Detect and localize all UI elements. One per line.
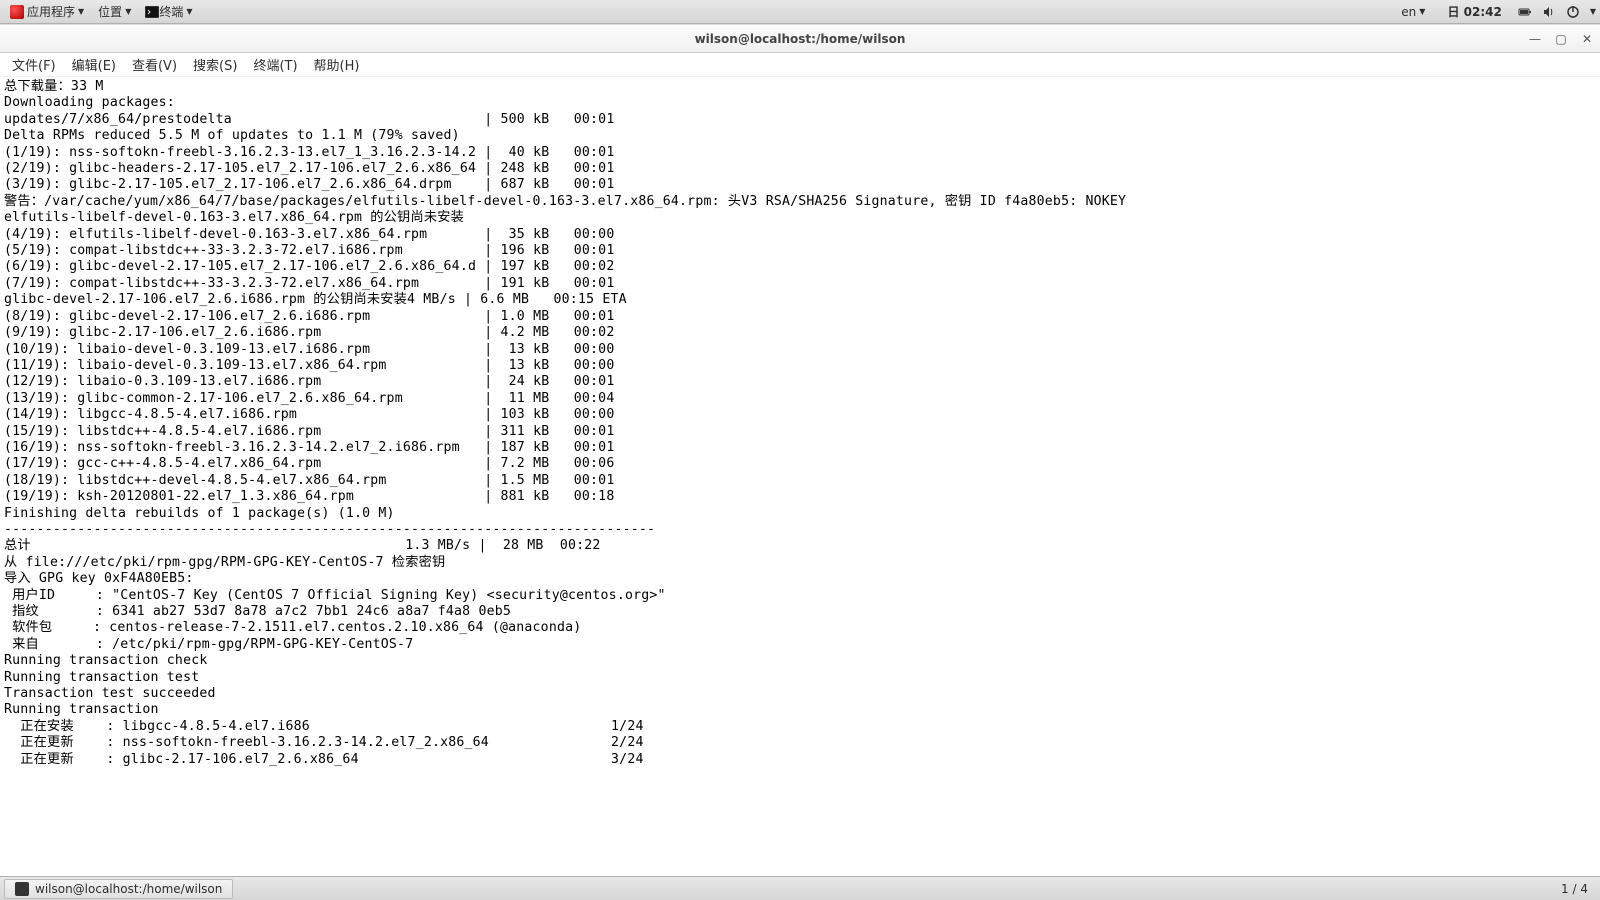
chevron-down-icon: ▼ <box>1419 7 1425 16</box>
workspace-label: 1 / 4 <box>1561 882 1588 896</box>
window-title: wilson@localhost:/home/wilson <box>695 32 906 46</box>
battery-icon[interactable] <box>1518 5 1532 19</box>
terminal-icon <box>15 882 29 896</box>
terminal-launcher-label: 终端 <box>159 3 183 20</box>
clock[interactable]: 日 02:42 <box>1441 1 1507 22</box>
menu-help[interactable]: 帮助(H) <box>306 53 368 76</box>
chevron-down-icon: ▼ <box>186 7 192 16</box>
volume-icon[interactable] <box>1542 5 1556 19</box>
chevron-down-icon: ▼ <box>78 7 84 16</box>
gnome-bottom-panel: wilson@localhost:/home/wilson 1 / 4 <box>0 876 1600 900</box>
window-title-bar[interactable]: wilson@localhost:/home/wilson — ▢ ✕ <box>0 25 1600 53</box>
applications-menu[interactable]: 应用程序 ▼ <box>4 1 90 22</box>
terminal-window: wilson@localhost:/home/wilson — ▢ ✕ 文件(F… <box>0 24 1600 876</box>
terminal-launcher[interactable]: 终端 ▼ <box>139 1 198 22</box>
clock-label: 日 02:42 <box>1447 3 1501 20</box>
places-label: 位置 <box>98 3 122 20</box>
lang-label: en <box>1401 5 1416 19</box>
apps-icon <box>10 5 24 19</box>
terminal-output[interactable]: 总下载量：33 M Downloading packages: updates/… <box>0 77 1600 876</box>
menu-search[interactable]: 搜索(S) <box>185 53 245 76</box>
gnome-top-panel: 应用程序 ▼ 位置 ▼ 终端 ▼ en ▼ 日 02:42 <box>0 0 1600 24</box>
workspace-indicator[interactable]: 1 / 4 <box>1553 882 1596 896</box>
chevron-down-icon: ▼ <box>125 7 131 16</box>
menu-terminal[interactable]: 终端(T) <box>245 53 305 76</box>
maximize-button[interactable]: ▢ <box>1554 32 1568 46</box>
applications-label: 应用程序 <box>27 3 75 20</box>
terminal-icon <box>145 5 159 19</box>
places-menu[interactable]: 位置 ▼ <box>92 1 137 22</box>
input-method-indicator[interactable]: en ▼ <box>1395 3 1431 21</box>
menu-edit[interactable]: 编辑(E) <box>64 53 124 76</box>
menu-bar: 文件(F) 编辑(E) 查看(V) 搜索(S) 终端(T) 帮助(H) <box>0 53 1600 77</box>
close-button[interactable]: ✕ <box>1580 32 1594 46</box>
menu-file[interactable]: 文件(F) <box>4 53 64 76</box>
menu-view[interactable]: 查看(V) <box>124 53 185 76</box>
taskbar-terminal-button[interactable]: wilson@localhost:/home/wilson <box>4 879 233 899</box>
minimize-button[interactable]: — <box>1528 32 1542 46</box>
chevron-down-icon: ▼ <box>1590 7 1596 16</box>
taskbar-label: wilson@localhost:/home/wilson <box>35 882 222 896</box>
power-icon[interactable] <box>1566 5 1580 19</box>
